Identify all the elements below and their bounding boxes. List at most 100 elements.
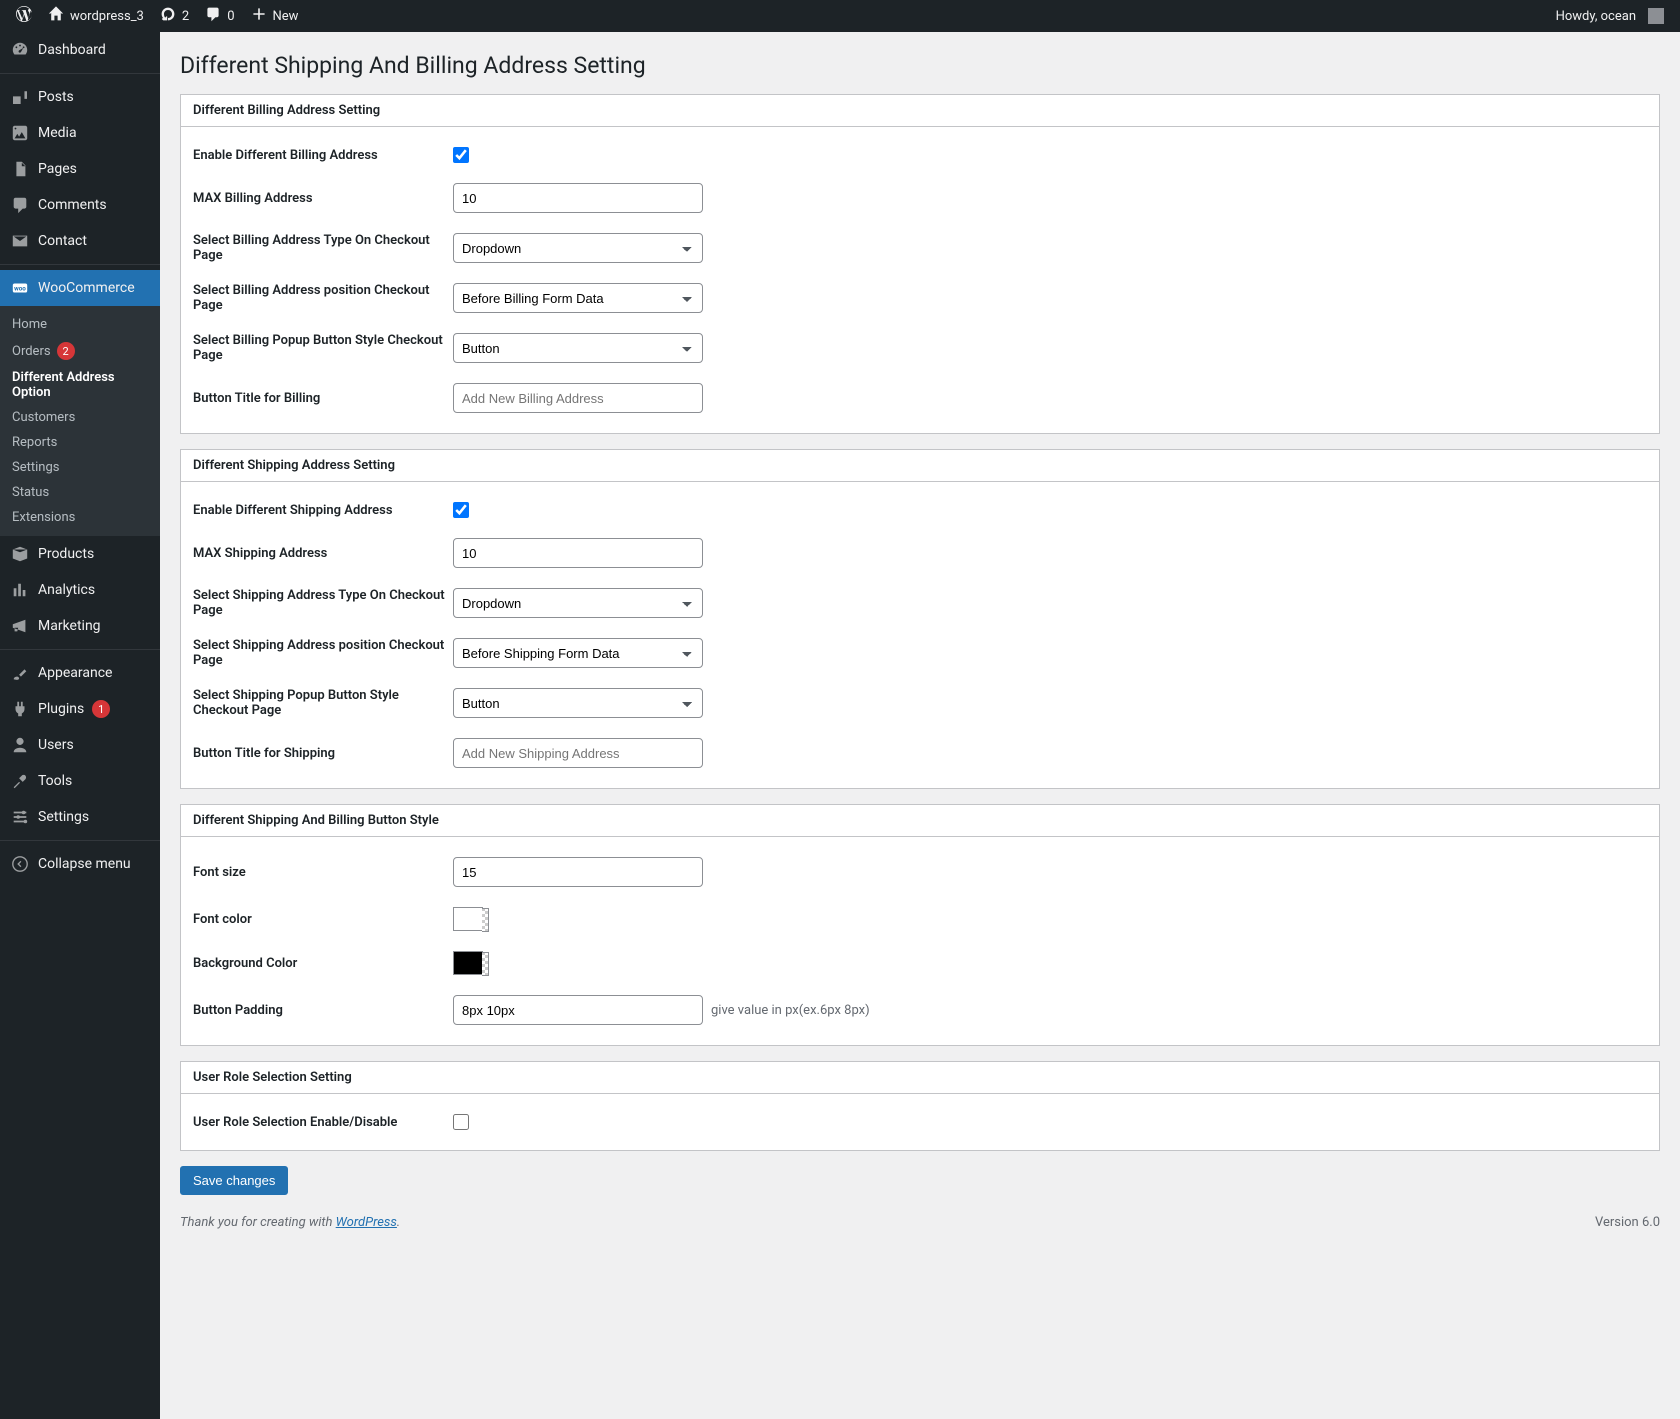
billing-position-label: Select Billing Address position Checkout… bbox=[193, 283, 453, 313]
billing-popup-style-label: Select Billing Popup Button Style Checko… bbox=[193, 333, 453, 363]
megaphone-icon bbox=[10, 616, 30, 636]
sidebar-item-analytics[interactable]: Analytics bbox=[0, 572, 160, 608]
wp-logo-link[interactable] bbox=[8, 0, 40, 32]
shipping-btn-title-input[interactable] bbox=[453, 738, 703, 768]
font-color-picker[interactable] bbox=[453, 907, 483, 931]
woocommerce-icon: woo bbox=[10, 278, 30, 298]
sliders-icon bbox=[10, 807, 30, 827]
billing-panel: Different Billing Address Setting Enable… bbox=[180, 94, 1660, 434]
sidebar-item-contact[interactable]: Contact bbox=[0, 223, 160, 259]
site-name: wordpress_3 bbox=[70, 9, 144, 24]
padding-input[interactable] bbox=[453, 995, 703, 1025]
role-panel: User Role Selection Setting User Role Se… bbox=[180, 1061, 1660, 1151]
sidebar-item-woo-orders[interactable]: Orders 2 bbox=[0, 337, 160, 365]
font-size-label: Font size bbox=[193, 865, 453, 880]
sidebar-item-plugins[interactable]: Plugins 1 bbox=[0, 691, 160, 727]
sidebar-item-users[interactable]: Users bbox=[0, 727, 160, 763]
role-enable-label: User Role Selection Enable/Disable bbox=[193, 1115, 453, 1130]
max-shipping-label: MAX Shipping Address bbox=[193, 546, 453, 561]
sidebar-item-woocommerce[interactable]: woo WooCommerce bbox=[0, 270, 160, 306]
max-billing-input[interactable] bbox=[453, 183, 703, 213]
admin-bar: wordpress_3 2 0 New Howdy, ocean bbox=[0, 0, 1680, 32]
wrench-icon bbox=[10, 771, 30, 791]
role-panel-header: User Role Selection Setting bbox=[181, 1062, 1659, 1094]
enable-billing-checkbox[interactable] bbox=[453, 147, 469, 163]
plugins-badge: 1 bbox=[92, 700, 110, 718]
wordpress-logo-icon bbox=[16, 6, 32, 26]
billing-btn-title-input[interactable] bbox=[453, 383, 703, 413]
sidebar-item-marketing[interactable]: Marketing bbox=[0, 608, 160, 644]
envelope-icon bbox=[10, 231, 30, 251]
billing-position-select[interactable]: Before Billing Form Data bbox=[453, 283, 703, 313]
sidebar-item-woo-reports[interactable]: Reports bbox=[0, 430, 160, 455]
sidebar-item-settings[interactable]: Settings bbox=[0, 799, 160, 835]
woocommerce-submenu: Home Orders 2 Different Address Option C… bbox=[0, 306, 160, 536]
wordpress-link[interactable]: WordPress bbox=[336, 1215, 397, 1230]
plus-icon bbox=[251, 6, 267, 26]
sidebar-item-products[interactable]: Products bbox=[0, 536, 160, 572]
sidebar-item-woo-customers[interactable]: Customers bbox=[0, 405, 160, 430]
comment-icon bbox=[10, 195, 30, 215]
billing-panel-header: Different Billing Address Setting bbox=[181, 95, 1659, 127]
main-content: Different Shipping And Billing Address S… bbox=[160, 32, 1680, 1419]
save-button[interactable]: Save changes bbox=[180, 1166, 288, 1195]
sidebar-item-woo-home[interactable]: Home bbox=[0, 312, 160, 337]
billing-popup-style-select[interactable]: Button bbox=[453, 333, 703, 363]
padding-label: Button Padding bbox=[193, 1003, 453, 1018]
update-icon bbox=[160, 6, 176, 26]
shipping-popup-style-select[interactable]: Button bbox=[453, 688, 703, 718]
home-icon bbox=[48, 6, 64, 26]
sidebar-item-woo-diff-addr[interactable]: Different Address Option bbox=[0, 365, 160, 405]
billing-type-label: Select Billing Address Type On Checkout … bbox=[193, 233, 453, 263]
sidebar-item-pages[interactable]: Pages bbox=[0, 151, 160, 187]
enable-billing-label: Enable Different Billing Address bbox=[193, 148, 453, 163]
plug-icon bbox=[10, 699, 30, 719]
max-billing-label: MAX Billing Address bbox=[193, 191, 453, 206]
shipping-type-select[interactable]: Dropdown bbox=[453, 588, 703, 618]
sidebar-item-appearance[interactable]: Appearance bbox=[0, 655, 160, 691]
sidebar-item-media[interactable]: Media bbox=[0, 115, 160, 151]
page-icon bbox=[10, 159, 30, 179]
role-enable-checkbox[interactable] bbox=[453, 1114, 469, 1130]
shipping-position-label: Select Shipping Address position Checkou… bbox=[193, 638, 453, 668]
howdy-text: Howdy, ocean bbox=[1556, 9, 1636, 24]
footer-thanks: Thank you for creating with WordPress. bbox=[180, 1215, 400, 1230]
account-link[interactable]: Howdy, ocean bbox=[1548, 0, 1672, 32]
new-label: New bbox=[273, 9, 299, 24]
billing-btn-title-label: Button Title for Billing bbox=[193, 391, 453, 406]
sidebar-item-collapse[interactable]: Collapse menu bbox=[0, 846, 160, 882]
sidebar-item-dashboard[interactable]: Dashboard bbox=[0, 32, 160, 68]
sidebar-item-woo-extensions[interactable]: Extensions bbox=[0, 505, 160, 530]
comments-count: 0 bbox=[227, 9, 234, 24]
sidebar-item-woo-status[interactable]: Status bbox=[0, 480, 160, 505]
style-panel-header: Different Shipping And Billing Button St… bbox=[181, 805, 1659, 837]
billing-type-select[interactable]: Dropdown bbox=[453, 233, 703, 263]
box-icon bbox=[10, 544, 30, 564]
footer: Thank you for creating with WordPress. V… bbox=[180, 1195, 1660, 1230]
sidebar-item-comments[interactable]: Comments bbox=[0, 187, 160, 223]
pin-icon bbox=[10, 87, 30, 107]
sidebar-item-woo-settings[interactable]: Settings bbox=[0, 455, 160, 480]
updates-link[interactable]: 2 bbox=[152, 0, 197, 32]
bg-color-picker[interactable] bbox=[453, 951, 483, 975]
shipping-position-select[interactable]: Before Shipping Form Data bbox=[453, 638, 703, 668]
new-link[interactable]: New bbox=[243, 0, 307, 32]
dashboard-icon bbox=[10, 40, 30, 60]
avatar-icon bbox=[1648, 8, 1664, 24]
brush-icon bbox=[10, 663, 30, 683]
comments-link[interactable]: 0 bbox=[197, 0, 242, 32]
site-link[interactable]: wordpress_3 bbox=[40, 0, 152, 32]
enable-shipping-checkbox[interactable] bbox=[453, 502, 469, 518]
collapse-icon bbox=[10, 854, 30, 874]
media-icon bbox=[10, 123, 30, 143]
page-title: Different Shipping And Billing Address S… bbox=[180, 52, 1660, 79]
font-size-input[interactable] bbox=[453, 857, 703, 887]
updates-count: 2 bbox=[182, 9, 189, 24]
shipping-panel: Different Shipping Address Setting Enabl… bbox=[180, 449, 1660, 789]
sidebar-item-tools[interactable]: Tools bbox=[0, 763, 160, 799]
sidebar-item-posts[interactable]: Posts bbox=[0, 79, 160, 115]
padding-hint: give value in px(ex.6px 8px) bbox=[711, 1003, 870, 1018]
max-shipping-input[interactable] bbox=[453, 538, 703, 568]
shipping-btn-title-label: Button Title for Shipping bbox=[193, 746, 453, 761]
shipping-type-label: Select Shipping Address Type On Checkout… bbox=[193, 588, 453, 618]
